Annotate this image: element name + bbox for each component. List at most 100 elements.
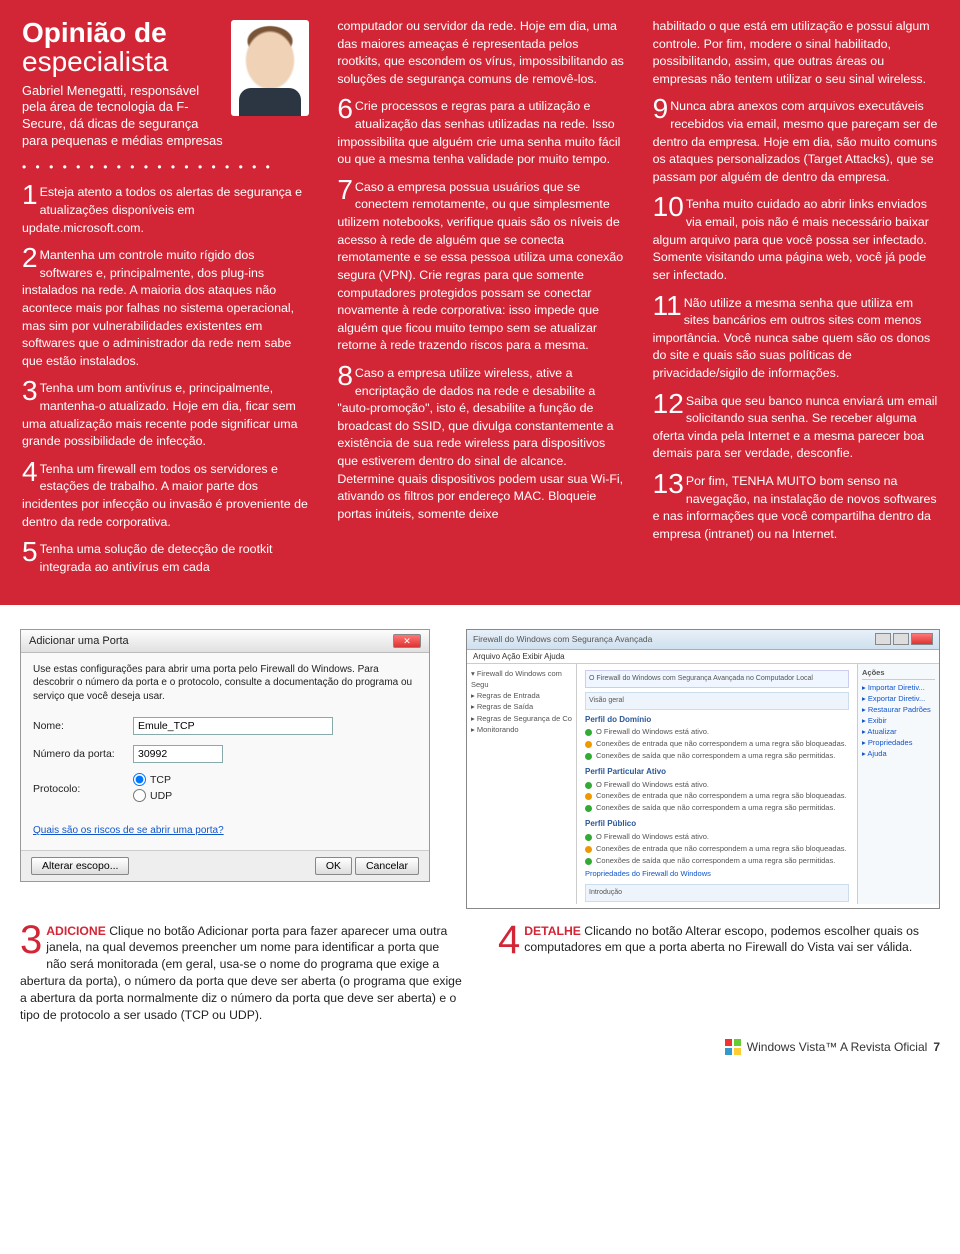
tip-text: Mantenha um controle muito rígido dos so…	[22, 248, 294, 368]
tip-number: 6	[337, 98, 353, 121]
udp-label: UDP	[150, 790, 172, 802]
maximize-icon[interactable]	[893, 633, 909, 645]
fw-status-line: Conexões de entrada que não correspondem…	[585, 791, 849, 802]
fw-menu[interactable]: Arquivo Ação Exibir Ajuda	[467, 650, 939, 664]
expert-opinion-box: Opinião deespecialista Gabriel Menegatti…	[0, 0, 960, 605]
tips-col-1: 1Esteja atento a todos os alertas de seg…	[22, 184, 309, 576]
tip-number: 9	[653, 98, 669, 121]
step-4-lead: DETALHE	[524, 924, 581, 938]
fw-status-line: Conexões de entrada que não correspondem…	[585, 739, 849, 750]
fw-status-line: Conexões de saída que não correspondem a…	[585, 751, 849, 762]
fw-action-item[interactable]: ▸ Importar Diretiv...	[862, 683, 935, 692]
fw-status-line: O Firewall do Windows está ativo.	[585, 832, 849, 843]
fw-actions-header: Ações	[862, 668, 935, 680]
tree-item[interactable]: ▾ Firewall do Windows com Segu	[471, 668, 572, 691]
tree-item[interactable]: ▸ Regras de Segurança de Co	[471, 713, 572, 724]
magazine-name: Windows Vista™ A Revista Oficial	[747, 1040, 928, 1054]
fw-status-line: Conexões de entrada que não correspondem…	[585, 844, 849, 855]
fw-action-item[interactable]: ▸ Atualizar	[862, 727, 935, 736]
tip-number: 5	[22, 541, 38, 564]
ok-button[interactable]: OK	[315, 857, 352, 875]
tip-number: 7	[337, 179, 353, 202]
fw-status-line: O Firewall do Windows está ativo.	[585, 780, 849, 791]
fw-start-header: Introdução	[585, 884, 849, 902]
fw-status-line: O Firewall do Windows está ativo.	[585, 727, 849, 738]
step-4: 4 DETALHE Clicando no botão Alterar esco…	[498, 923, 940, 1024]
fw-actions-panel: Ações ▸ Importar Diretiv... ▸ Exportar Di…	[857, 664, 939, 904]
tip-text: habilitado o que está em utilização e po…	[653, 19, 930, 86]
dialog-title: Adicionar uma Porta	[29, 635, 129, 647]
fw-action-item[interactable]: ▸ Exportar Diretiv...	[862, 694, 935, 703]
tcp-radio[interactable]	[133, 773, 146, 786]
fw-profile-header: Perfil Particular Ativo	[585, 766, 849, 778]
tip-number: 2	[22, 247, 38, 270]
tip-text: Caso a empresa possua usuários que se co…	[337, 180, 623, 352]
fw-profile-header: Perfil do Domínio	[585, 714, 849, 726]
risk-link[interactable]: Quais são os riscos de se abrir uma port…	[33, 825, 224, 836]
tip-text: Não utilize a mesma senha que utiliza em…	[653, 296, 931, 380]
tip-number: 3	[22, 380, 38, 403]
tip-text: Tenha uma solução de detecção de rootkit…	[40, 542, 273, 574]
step-3-number: 3	[20, 923, 42, 957]
fw-overview: Visão geral	[585, 692, 849, 710]
fw-banner: O Firewall do Windows com Segurança Avan…	[585, 670, 849, 688]
tip-text: Tenha um firewall em todos os servidores…	[22, 462, 308, 529]
tip-text: Nunca abra anexos com arquivos executáve…	[653, 99, 938, 183]
step-3-lead: ADICIONE	[46, 924, 106, 938]
add-port-dialog: Adicionar uma Porta ✕ Use estas configur…	[20, 629, 430, 883]
tip-number: 1	[22, 184, 38, 207]
tip-text: Crie processos e regras para a utilizaçã…	[337, 99, 620, 166]
tip-number: 8	[337, 365, 353, 388]
separator-dots: • • • • • • • • • • • • • • • • • • •	[22, 159, 309, 176]
fw-status-line: Conexões de saída que não correspondem a…	[585, 803, 849, 814]
step-3: 3 ADICIONE Clique no botão Adicionar por…	[20, 923, 462, 1024]
tip-text: Esteja atento a todos os alertas de segu…	[22, 185, 302, 234]
windows-logo-icon	[725, 1039, 741, 1055]
minimize-icon[interactable]	[875, 633, 891, 645]
fw-action-item[interactable]: ▸ Exibir	[862, 716, 935, 725]
tip-number: 11	[653, 295, 682, 318]
fw-main: O Firewall do Windows com Segurança Avan…	[577, 664, 857, 904]
fw-status-line: Conexões de saída que não correspondem a…	[585, 856, 849, 867]
cancel-button[interactable]: Cancelar	[355, 857, 419, 875]
step-4-text: Clicando no botão Alterar escopo, podemo…	[524, 924, 919, 955]
protocol-label: Protocolo:	[33, 783, 133, 795]
tip-number: 12	[653, 393, 684, 416]
fw-props-link[interactable]: Propriedades do Firewall do Windows	[585, 869, 849, 880]
close-icon[interactable]	[911, 633, 933, 645]
fw-profile-header: Perfil Público	[585, 818, 849, 830]
dialog-help-text: Use estas configurações para abrir uma p…	[33, 663, 417, 704]
tcp-label: TCP	[150, 774, 171, 786]
udp-radio[interactable]	[133, 789, 146, 802]
tips-col-3: habilitado o que está em utilização e po…	[653, 18, 940, 587]
tip-text: computador ou servidor da rede. Hoje em …	[337, 19, 624, 86]
fw-action-item[interactable]: ▸ Restaurar Padrões	[862, 705, 935, 714]
port-input[interactable]	[133, 745, 223, 763]
port-label: Número da porta:	[33, 748, 133, 760]
tip-text: Tenha um bom antivírus e, principalmente…	[22, 381, 298, 448]
tip-text: Por fim, TENHA MUITO bom senso na navega…	[653, 474, 937, 541]
fw-tree[interactable]: ▾ Firewall do Windows com Segu ▸ Regras …	[467, 664, 577, 904]
tree-item[interactable]: ▸ Regras de Entrada	[471, 690, 572, 701]
expert-title-1: Opinião de	[22, 17, 167, 48]
expert-title-2: especialista	[22, 46, 168, 77]
scope-button[interactable]: Alterar escopo...	[31, 857, 129, 875]
page-footer: Windows Vista™ A Revista Oficial 7	[0, 1035, 960, 1069]
tree-item[interactable]: ▸ Regras de Saída	[471, 701, 572, 712]
fw-action-item[interactable]: ▸ Propriedades	[862, 738, 935, 747]
tree-item[interactable]: ▸ Monitorando	[471, 724, 572, 735]
tip-number: 4	[22, 461, 38, 484]
close-icon[interactable]: ✕	[393, 634, 421, 648]
page-number: 7	[933, 1040, 940, 1054]
step-4-number: 4	[498, 923, 520, 957]
name-input[interactable]	[133, 717, 333, 735]
tip-number: 13	[653, 473, 684, 496]
fw-action-item[interactable]: ▸ Ajuda	[862, 749, 935, 758]
tips-col-2: computador ou servidor da rede. Hoje em …	[337, 18, 624, 587]
name-label: Nome:	[33, 720, 133, 732]
tip-text: Tenha muito cuidado ao abrir links envia…	[653, 197, 929, 281]
tip-text: Caso a empresa utilize wireless, ative a…	[337, 366, 623, 521]
firewall-window: Firewall do Windows com Segurança Avança…	[466, 629, 940, 909]
author-photo	[231, 20, 309, 116]
fw-title: Firewall do Windows com Segurança Avança…	[473, 634, 652, 644]
